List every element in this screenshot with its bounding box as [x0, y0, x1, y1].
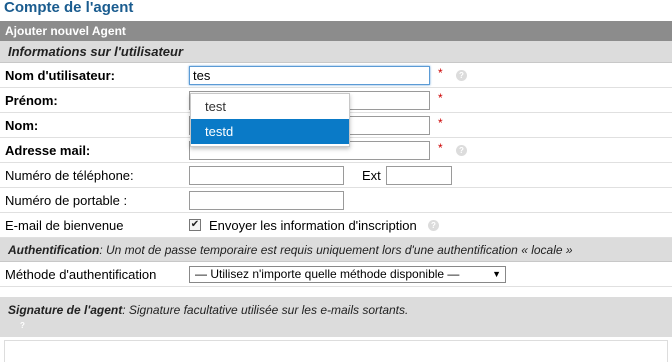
help-icon[interactable]: ?: [428, 220, 439, 231]
help-icon[interactable]: ?: [456, 145, 467, 156]
signature-desc: : Signature facultative utilisée sur les…: [122, 303, 409, 317]
section-user-info: Informations sur l'utilisateur: [0, 41, 672, 63]
section-authentication: Authentification: Un mot de passe tempor…: [0, 238, 672, 262]
required-marker: *: [438, 66, 443, 80]
signature-title: Signature de l'agent: [8, 303, 123, 317]
help-icon[interactable]: ?: [456, 70, 467, 81]
autocomplete-option[interactable]: test: [191, 94, 349, 119]
firstname-label: Prénom:: [5, 93, 58, 108]
signature-editor[interactable]: [4, 340, 668, 362]
welcome-label: E-mail de bienvenue: [5, 218, 124, 233]
required-marker: *: [438, 91, 443, 105]
row-mobile: Numéro de portable :: [0, 188, 672, 213]
phone-label: Numéro de téléphone:: [5, 168, 134, 183]
section-signature: Signature de l'agent: Signature facultat…: [0, 297, 672, 337]
row-username: Nom d'utilisateur: * ?: [0, 63, 672, 88]
help-icon[interactable]: ?: [17, 320, 28, 331]
username-input[interactable]: [189, 66, 430, 85]
username-label: Nom d'utilisateur:: [5, 68, 115, 83]
ext-label: Ext: [362, 168, 381, 183]
autocomplete-option-selected[interactable]: testd: [191, 119, 349, 144]
phone-input[interactable]: [189, 166, 344, 185]
email-label: Adresse mail:: [5, 143, 91, 158]
row-phone: Numéro de téléphone: Ext: [0, 163, 672, 188]
required-marker: *: [438, 116, 443, 130]
username-autocomplete: test testd: [190, 93, 350, 147]
agent-form: Ajouter nouvel Agent Informations sur l'…: [0, 21, 672, 287]
chevron-down-icon: ▼: [492, 269, 501, 279]
auth-desc: : Un mot de passe temporaire est requis …: [99, 243, 573, 257]
auth-title: Authentification: [8, 243, 100, 257]
lastname-label: Nom:: [5, 118, 39, 133]
auth-method-select[interactable]: — Utilisez n'importe quelle méthode disp…: [189, 266, 506, 283]
mobile-label: Numéro de portable :: [5, 193, 128, 208]
row-auth-method: Méthode d'authentification — Utilisez n'…: [0, 262, 672, 287]
auth-method-value: — Utilisez n'importe quelle méthode disp…: [195, 267, 460, 281]
required-marker: *: [438, 141, 443, 155]
form-header: Ajouter nouvel Agent: [0, 21, 672, 41]
mobile-input[interactable]: [189, 191, 344, 210]
ext-input[interactable]: [386, 166, 452, 185]
welcome-checkbox[interactable]: ✔: [189, 219, 201, 231]
signature-heading: Signature de l'agent: Signature facultat…: [8, 303, 408, 317]
row-welcome-email: E-mail de bienvenue ✔ Envoyer les inform…: [0, 213, 672, 238]
auth-method-label: Méthode d'authentification: [5, 267, 157, 282]
page-title: Compte de l'agent: [4, 0, 134, 16]
welcome-checkbox-text: Envoyer les information d'inscription: [209, 218, 417, 233]
